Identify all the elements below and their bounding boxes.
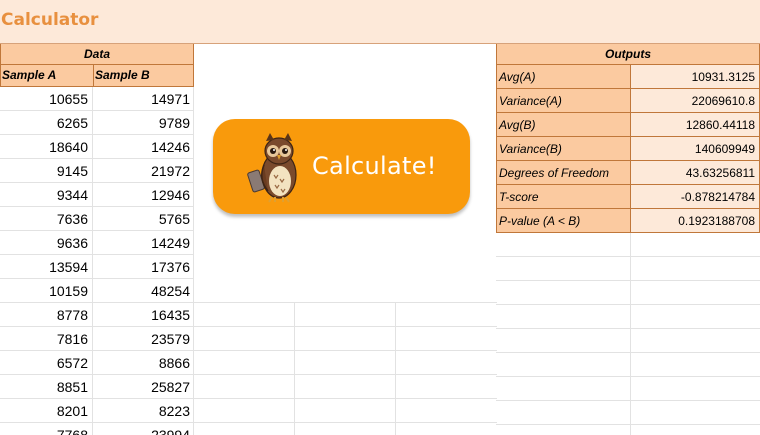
outputs-body: Avg(A) 10931.3125 Variance(A) 22069610.8 Avg… [496, 65, 760, 233]
empty-grid-row[interactable] [496, 377, 760, 401]
sample-a-cell[interactable]: 10159 [0, 279, 93, 302]
column-header-sample-b[interactable]: Sample B [94, 65, 193, 86]
table-row: 10655 14971 [0, 87, 194, 111]
outputs-table: Outputs Avg(A) 10931.3125 Variance(A) 22069… [496, 44, 760, 435]
table-row: 10159 48254 [0, 279, 194, 303]
data-table-body: 10655 14971 6265 9789 18640 14246 9145 21972 934… [0, 87, 194, 435]
output-label[interactable]: Variance(B) [496, 137, 631, 161]
sample-b-cell[interactable]: 8223 [93, 399, 194, 422]
empty-grid-row[interactable] [496, 425, 760, 435]
table-row: 8851 25827 [0, 375, 194, 399]
table-row: 8778 16435 [0, 303, 194, 327]
column-header-sample-a[interactable]: Sample A [1, 65, 94, 86]
empty-grid-row[interactable] [496, 257, 760, 281]
output-value[interactable]: 43.63256811 [631, 161, 760, 185]
sample-a-cell[interactable]: 6265 [0, 111, 93, 134]
data-table: Data Sample A Sample B 10655 14971 6265 978… [0, 44, 194, 435]
sample-a-cell[interactable]: 9636 [0, 231, 93, 254]
empty-grid-row[interactable] [496, 233, 760, 257]
title-bar: Calculator [0, 0, 760, 44]
app-title: Calculator [1, 10, 99, 30]
output-label[interactable]: Avg(B) [496, 113, 631, 137]
empty-grid-row[interactable] [496, 281, 760, 305]
table-row: 8201 8223 [0, 399, 194, 423]
output-value[interactable]: 22069610.8 [631, 89, 760, 113]
output-row: Avg(A) 10931.3125 [496, 65, 760, 89]
sample-b-cell[interactable]: 17376 [93, 255, 194, 278]
output-label[interactable]: T-score [496, 185, 631, 209]
table-row: 13594 17376 [0, 255, 194, 279]
owl-icon [247, 133, 297, 203]
table-row: 6265 9789 [0, 111, 194, 135]
sample-a-cell[interactable]: 8778 [0, 303, 93, 326]
output-row: Variance(A) 22069610.8 [496, 89, 760, 113]
output-value[interactable]: 0.1923188708 [631, 209, 760, 233]
sample-a-cell[interactable]: 13594 [0, 255, 93, 278]
outputs-empty-rows [496, 233, 760, 435]
output-row: T-score -0.878214784 [496, 185, 760, 209]
output-value[interactable]: -0.878214784 [631, 185, 760, 209]
table-row: 6572 8866 [0, 351, 194, 375]
sample-b-cell[interactable]: 23994 [93, 423, 194, 435]
output-row: Degrees of Freedom 43.63256811 [496, 161, 760, 185]
data-column-headers: Sample A Sample B [0, 65, 194, 87]
sample-b-cell[interactable]: 21972 [93, 159, 194, 182]
output-row: Variance(B) 140609949 [496, 137, 760, 161]
output-value[interactable]: 140609949 [631, 137, 760, 161]
output-label[interactable]: Variance(A) [496, 89, 631, 113]
empty-grid-row[interactable] [496, 353, 760, 377]
output-label[interactable]: P-value (A < B) [496, 209, 631, 233]
table-row: 18640 14246 [0, 135, 194, 159]
table-row: 9344 12946 [0, 183, 194, 207]
sample-a-cell[interactable]: 9145 [0, 159, 93, 182]
sample-a-cell[interactable]: 9344 [0, 183, 93, 206]
output-value[interactable]: 12860.44118 [631, 113, 760, 137]
sample-a-cell[interactable]: 10655 [0, 87, 93, 110]
sample-b-cell[interactable]: 16435 [93, 303, 194, 326]
sample-a-cell[interactable]: 7636 [0, 207, 93, 230]
table-row: 7768 23994 [0, 423, 194, 435]
sample-b-cell[interactable]: 48254 [93, 279, 194, 302]
empty-grid-row[interactable] [496, 305, 760, 329]
sample-a-cell[interactable]: 18640 [0, 135, 93, 158]
sample-b-cell[interactable]: 14246 [93, 135, 194, 158]
table-row: 9145 21972 [0, 159, 194, 183]
sheet-grid [194, 302, 497, 435]
sample-a-cell[interactable]: 7816 [0, 327, 93, 350]
sample-b-cell[interactable]: 14249 [93, 231, 194, 254]
sample-b-cell[interactable]: 12946 [93, 183, 194, 206]
table-row: 7816 23579 [0, 327, 194, 351]
output-row: P-value (A < B) 0.1923188708 [496, 209, 760, 233]
sample-b-cell[interactable]: 23579 [93, 327, 194, 350]
output-label[interactable]: Avg(A) [496, 65, 631, 89]
sample-b-cell[interactable]: 25827 [93, 375, 194, 398]
empty-grid-row[interactable] [496, 401, 760, 425]
sample-b-cell[interactable]: 5765 [93, 207, 194, 230]
output-row: Avg(B) 12860.44118 [496, 113, 760, 137]
sample-a-cell[interactable]: 7768 [0, 423, 93, 435]
table-row: 9636 14249 [0, 231, 194, 255]
empty-grid-row[interactable] [496, 329, 760, 353]
calculate-button[interactable]: Calculate! [213, 119, 470, 214]
output-value[interactable]: 10931.3125 [631, 65, 760, 89]
sample-a-cell[interactable]: 8851 [0, 375, 93, 398]
calculate-button-label: Calculate! [312, 152, 437, 180]
sample-a-cell[interactable]: 6572 [0, 351, 93, 374]
sample-a-cell[interactable]: 8201 [0, 399, 93, 422]
sample-b-cell[interactable]: 9789 [93, 111, 194, 134]
sample-b-cell[interactable]: 8866 [93, 351, 194, 374]
table-row: 7636 5765 [0, 207, 194, 231]
data-table-header: Data [0, 44, 194, 65]
sample-b-cell[interactable]: 14971 [93, 87, 194, 110]
outputs-header: Outputs [496, 44, 760, 65]
output-label[interactable]: Degrees of Freedom [496, 161, 631, 185]
